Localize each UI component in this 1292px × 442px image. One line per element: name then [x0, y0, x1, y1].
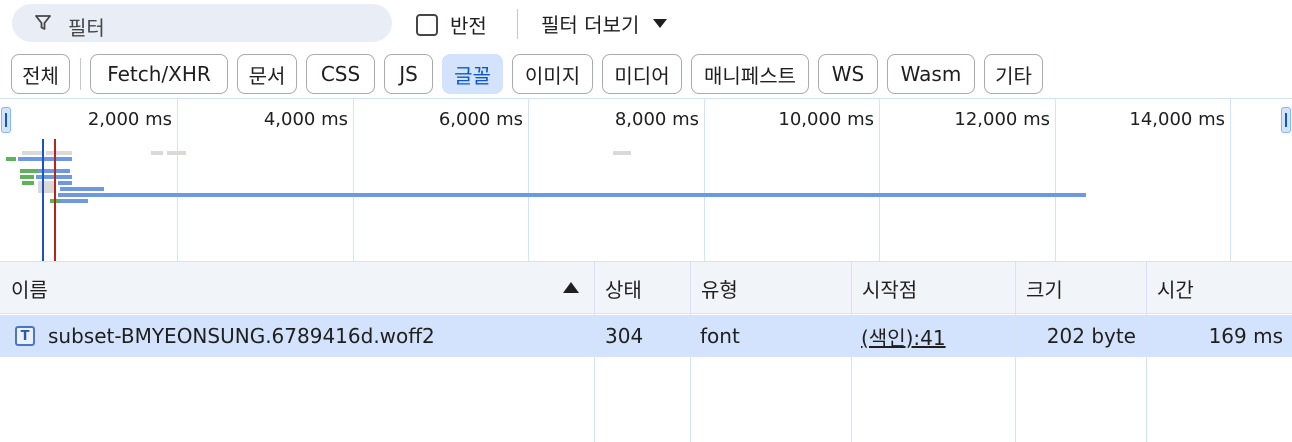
type-filter-ws[interactable]: WS — [818, 54, 878, 94]
overview-bar — [18, 157, 72, 161]
column-divider[interactable] — [1146, 262, 1147, 442]
more-filters-label: 필터 더보기 — [541, 13, 640, 37]
overview-bar — [20, 169, 38, 173]
toolbar-divider — [517, 9, 518, 39]
overview-tick: 6,000 ms — [438, 109, 523, 130]
overview-tick: 12,000 ms — [954, 109, 1050, 130]
column-header-label: 시작점 — [862, 277, 918, 302]
type-filter-image[interactable]: 이미지 — [512, 54, 593, 94]
column-divider[interactable] — [1015, 262, 1016, 442]
type-filter-css[interactable]: CSS — [306, 54, 375, 94]
type-filter-manifest[interactable]: 매니페스트 — [691, 54, 809, 94]
overview-bar — [60, 187, 104, 191]
filter-placeholder: 필터 — [68, 16, 105, 40]
invert-checkbox[interactable] — [416, 13, 438, 36]
overview-left-handle[interactable] — [1, 107, 11, 133]
table-row[interactable]: T subset-BMYEONSUNG.6789416d.woff2 304 f… — [0, 315, 1292, 357]
overview-tick: 4,000 ms — [263, 109, 348, 130]
column-header-label: 상태 — [605, 277, 642, 302]
type-filter-divider — [80, 58, 81, 90]
type-filter-wasm[interactable]: Wasm — [887, 54, 975, 94]
overview-bar — [151, 151, 163, 155]
overview-bar — [60, 199, 88, 203]
column-header-type[interactable]: 유형 — [690, 262, 851, 314]
column-header-time[interactable]: 시간 — [1146, 262, 1292, 314]
type-filter-document[interactable]: 문서 — [237, 54, 297, 94]
overview-bar — [20, 175, 34, 179]
overview-bar-font-request — [58, 193, 1086, 197]
caret-down-icon — [653, 19, 668, 28]
overview-gridline — [879, 99, 880, 261]
overview-gridline — [1055, 99, 1056, 261]
overview-gridline — [1230, 99, 1231, 261]
overview-tick: 10,000 ms — [778, 109, 874, 130]
overview-bar — [22, 151, 42, 155]
request-time: 169 ms — [1208, 324, 1283, 348]
type-filter-media[interactable]: 미디어 — [602, 54, 682, 94]
overview-bar — [58, 181, 72, 185]
type-filter-font[interactable]: 글꼴 — [442, 54, 503, 94]
request-status: 304 — [605, 324, 644, 348]
overview-gridline — [177, 99, 178, 261]
invert-label: 반전 — [450, 14, 487, 38]
overview-right-handle[interactable] — [1281, 107, 1291, 133]
column-header-label: 유형 — [701, 277, 738, 302]
column-header-label: 이름 — [11, 277, 48, 302]
column-header-name[interactable]: 이름 — [0, 262, 594, 314]
request-initiator-link[interactable]: (색인):41 — [861, 315, 946, 357]
invert-toggle[interactable]: 반전 — [416, 10, 487, 39]
column-divider[interactable] — [851, 262, 852, 442]
type-filter-fetch-xhr[interactable]: Fetch/XHR — [90, 54, 228, 94]
sort-ascending-icon — [563, 282, 579, 293]
overview-tick: 14,000 ms — [1129, 109, 1225, 130]
column-divider[interactable] — [690, 262, 691, 442]
column-header-label: 크기 — [1026, 277, 1063, 302]
load-event-marker — [54, 139, 56, 261]
requests-table: 이름 상태 유형 시작점 크기 시간 T subset-BMYEONSUNG.6… — [0, 262, 1292, 442]
more-filters-dropdown[interactable]: 필터 더보기 — [541, 9, 668, 38]
overview-tick: 2,000 ms — [87, 109, 172, 130]
overview-bar — [46, 151, 72, 155]
overview-bar — [6, 157, 16, 161]
column-header-size[interactable]: 크기 — [1015, 262, 1146, 314]
table-header: 이름 상태 유형 시작점 크기 시간 — [0, 262, 1292, 314]
overview-bar — [613, 151, 631, 155]
font-file-icon: T — [15, 326, 35, 346]
column-header-status[interactable]: 상태 — [594, 262, 690, 314]
request-size: 202 byte — [1046, 324, 1136, 348]
network-overview[interactable]: 2,000 ms 4,000 ms 6,000 ms 8,000 ms 10,0… — [0, 98, 1292, 262]
column-header-label: 시간 — [1157, 277, 1194, 302]
type-filter-js[interactable]: JS — [384, 54, 433, 94]
type-filter-all[interactable]: 전체 — [11, 54, 70, 94]
overview-gridline — [704, 99, 705, 261]
overview-gridline — [353, 99, 354, 261]
overview-gridline — [528, 99, 529, 261]
funnel-icon — [35, 15, 51, 30]
filter-toolbar: 필터 반전 필터 더보기 — [0, 0, 1292, 46]
overview-bar — [22, 181, 34, 185]
dom-content-loaded-marker — [42, 139, 44, 261]
overview-bar — [167, 151, 186, 155]
filter-input[interactable]: 필터 — [12, 4, 392, 42]
column-header-initiator[interactable]: 시작점 — [851, 262, 1015, 314]
request-name: subset-BMYEONSUNG.6789416d.woff2 — [48, 324, 435, 348]
request-type: font — [700, 324, 740, 348]
overview-tick: 8,000 ms — [614, 109, 699, 130]
column-divider[interactable] — [594, 262, 595, 442]
type-filter-other[interactable]: 기타 — [984, 54, 1043, 94]
